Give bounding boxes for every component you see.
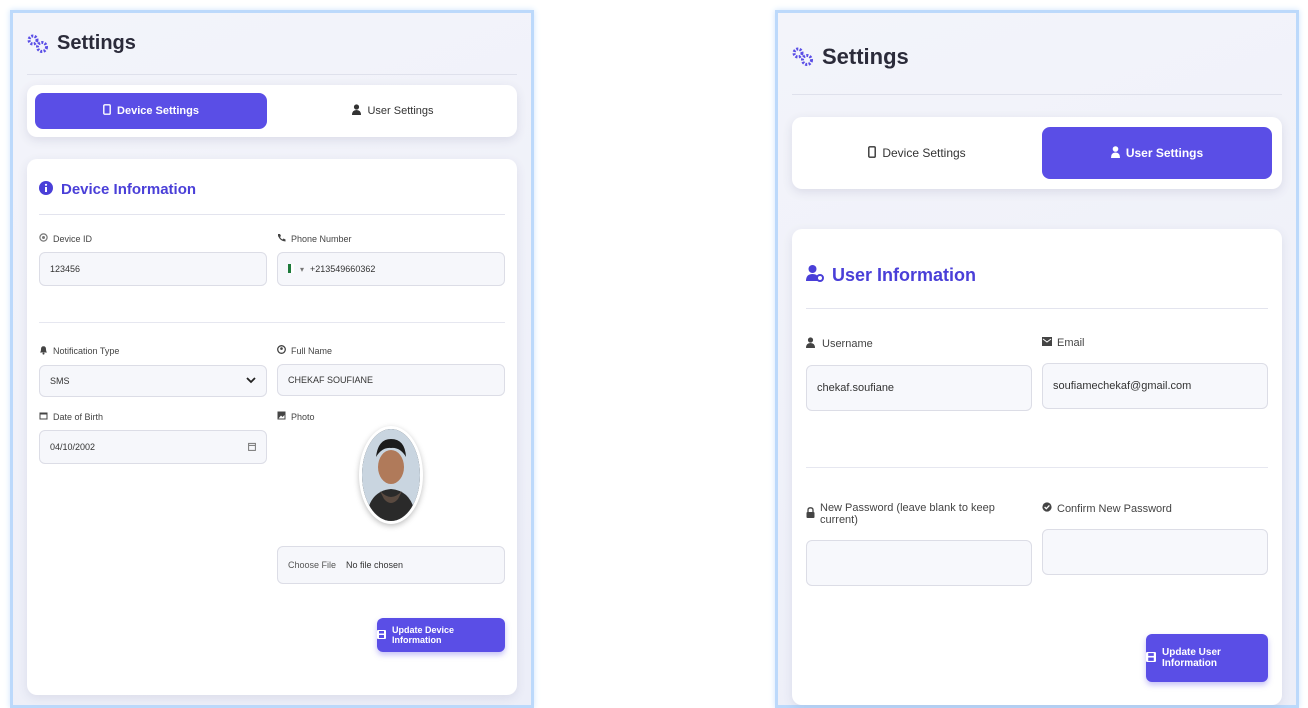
phone-number-field: Phone Number ▾ +213549660362: [277, 233, 505, 286]
username-field: Username chekaf.soufiane: [806, 337, 1032, 411]
settings-header: Settings: [27, 13, 517, 75]
update-user-information-button[interactable]: Update User Information: [1146, 634, 1268, 682]
tab-device-settings[interactable]: Device Settings: [802, 127, 1032, 179]
user-settings-panel: Settings Device Settings User Settings U…: [775, 10, 1299, 708]
gears-icon: [792, 47, 814, 67]
full-name-input[interactable]: CHEKAF SOUFIANE: [277, 364, 505, 396]
settings-header: Settings: [792, 19, 1282, 95]
bell-icon: [39, 345, 48, 357]
country-dropdown-icon: ▾: [300, 264, 305, 274]
new-password-input[interactable]: [806, 540, 1032, 586]
user-cog-icon: [806, 264, 824, 287]
tab-user-settings[interactable]: User Settings: [1042, 127, 1272, 179]
device-settings-panel: Settings Device Settings User Settings D…: [10, 10, 534, 708]
section-title: Device Information: [39, 179, 505, 215]
device-information-card: Device Information Device ID 123456 Phon…: [27, 159, 517, 695]
choose-file-button[interactable]: Choose File: [288, 560, 336, 570]
envelope-icon: [1042, 337, 1052, 349]
tab-user-settings[interactable]: User Settings: [277, 93, 509, 129]
email-input[interactable]: soufiamechekaf@gmail.com: [1042, 363, 1268, 409]
lock-icon: [806, 507, 815, 521]
user-circle-icon: [277, 345, 286, 356]
divider: [39, 322, 505, 323]
tab-device-settings[interactable]: Device Settings: [35, 93, 267, 129]
tab-label: User Settings: [1125, 146, 1204, 160]
tab-label: User Settings: [367, 105, 434, 117]
image-icon: [277, 411, 286, 422]
device-id-input[interactable]: 123456: [39, 252, 267, 286]
user-information-card: User Information Username chekaf.soufian…: [792, 229, 1282, 705]
gears-icon: [27, 34, 49, 54]
notification-type-select[interactable]: SMS: [39, 365, 267, 397]
file-status: No file chosen: [346, 560, 404, 570]
chevron-down-icon: [246, 376, 256, 386]
tab-label: Device Settings: [117, 105, 199, 117]
phone-icon: [277, 233, 286, 244]
phone-number-input[interactable]: ▾ +213549660362: [277, 252, 505, 286]
confirm-password-field: Confirm New Password: [1042, 502, 1268, 586]
date-of-birth-field: Date of Birth 04/10/2002: [39, 411, 267, 584]
tab-label: Device Settings: [882, 146, 966, 160]
check-circle-icon: [1042, 502, 1052, 515]
email-field: Email soufiamechekaf@gmail.com: [1042, 337, 1268, 411]
date-of-birth-input[interactable]: 04/10/2002: [39, 430, 267, 464]
profile-photo-avatar: [359, 426, 423, 524]
user-icon: [806, 337, 817, 351]
mobile-icon: [868, 145, 877, 161]
username-input[interactable]: chekaf.soufiane: [806, 365, 1032, 411]
update-device-information-button[interactable]: Update Device Information: [377, 618, 505, 652]
section-title: User Information: [806, 259, 1268, 309]
page-title: Settings: [57, 32, 136, 54]
full-name-field: Full Name CHEKAF SOUFIANE: [277, 345, 505, 397]
user-icon: [1110, 145, 1120, 161]
notification-type-field: Notification Type SMS: [39, 345, 267, 397]
photo-field: Photo Choose File No file chosen: [277, 411, 505, 584]
save-icon: [377, 629, 386, 641]
page-title: Settings: [822, 43, 909, 69]
info-icon: [39, 180, 53, 199]
file-input[interactable]: Choose File No file chosen: [277, 546, 505, 584]
flag-icon: [288, 263, 294, 275]
user-icon: [352, 104, 362, 118]
mobile-icon: [103, 104, 111, 118]
device-id-field: Device ID 123456: [39, 233, 267, 286]
divider: [806, 467, 1268, 468]
confirm-password-input[interactable]: [1042, 529, 1268, 575]
new-password-field: New Password (leave blank to keep curren…: [806, 502, 1032, 586]
save-icon: [1146, 651, 1156, 665]
calendar-icon: [39, 411, 48, 422]
settings-tabs: Device Settings User Settings: [792, 117, 1282, 189]
fingerprint-icon: [39, 233, 48, 244]
calendar-picker-icon[interactable]: [248, 442, 256, 453]
settings-tabs: Device Settings User Settings: [27, 85, 517, 137]
phone-number-value: +213549660362: [310, 264, 376, 274]
